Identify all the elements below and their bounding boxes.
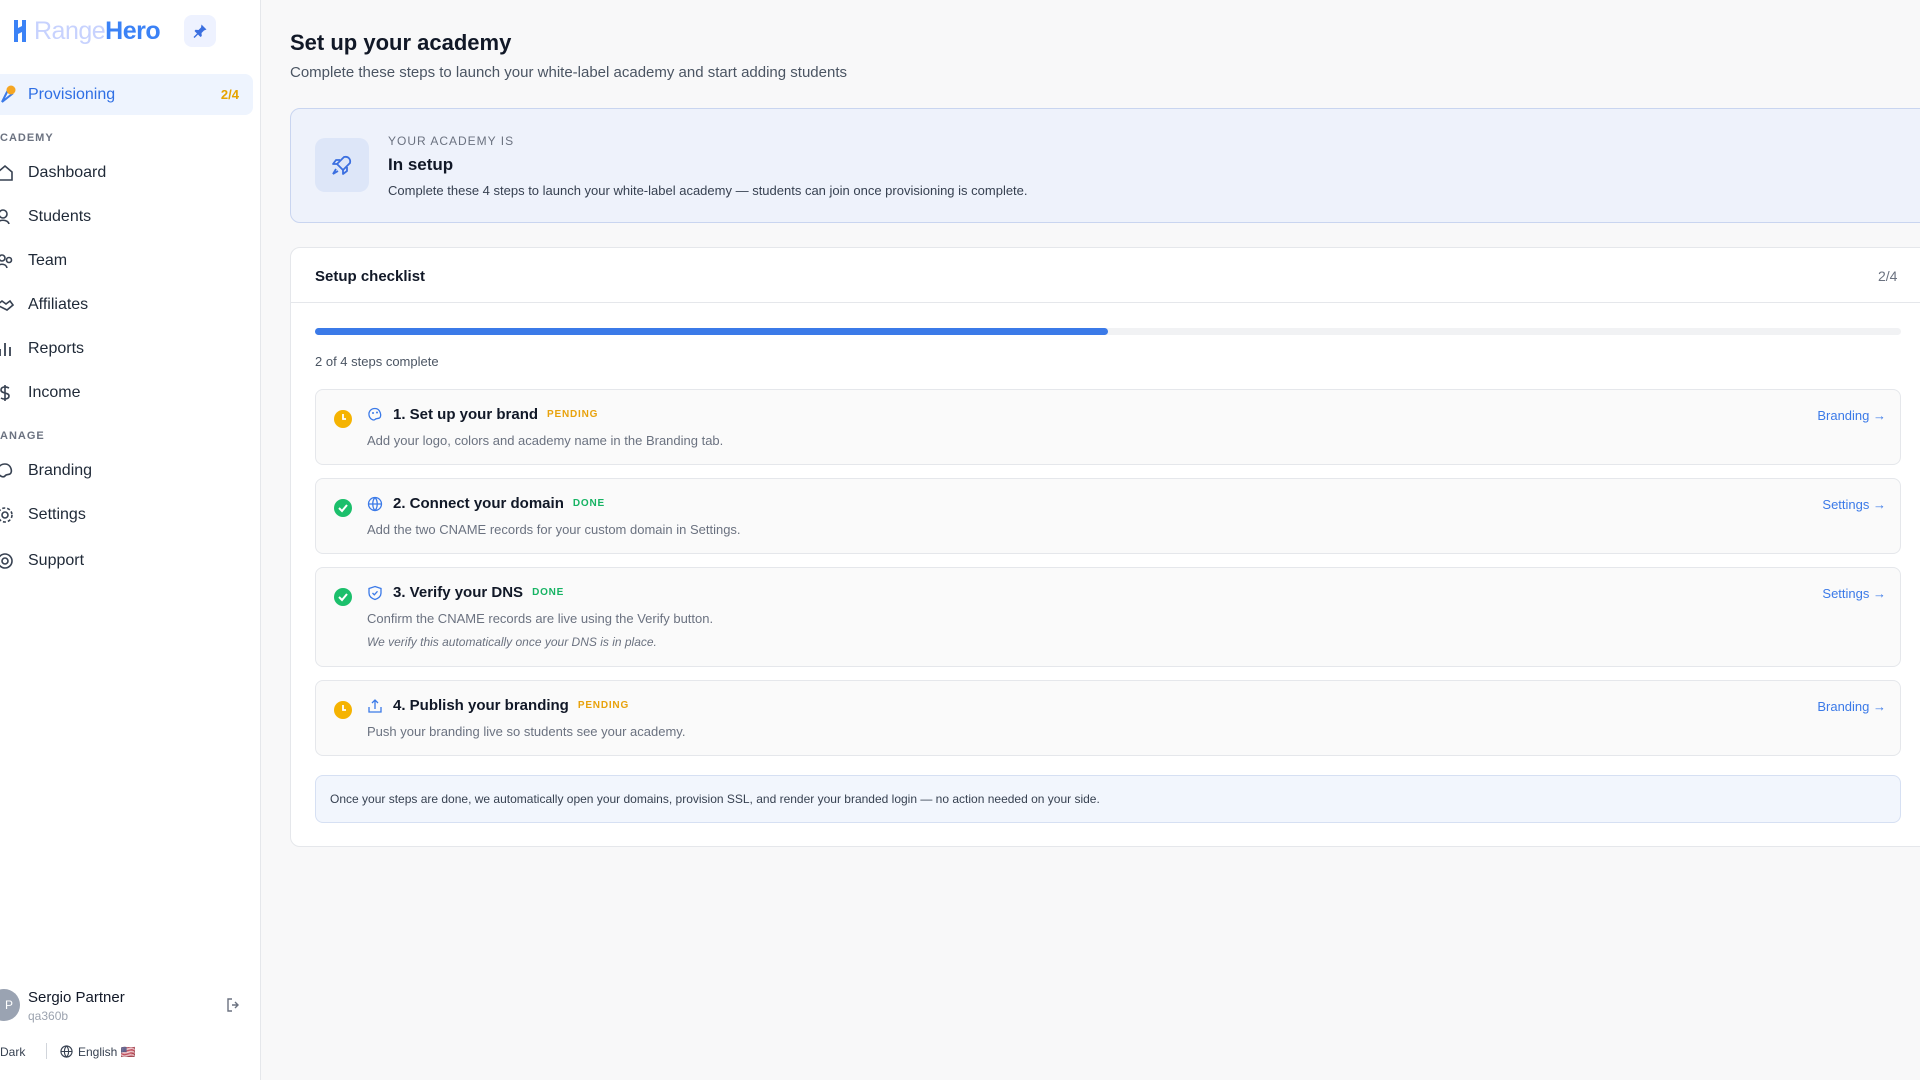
progress-bar [315,328,1901,335]
sidebar-item-support[interactable]: Support [0,543,253,579]
users-icon [0,209,10,225]
team-icon [0,254,13,269]
palette-icon [0,463,13,478]
pending-clock-icon [334,410,352,428]
step-description: Push your branding live so students see … [367,724,686,739]
provisioning-progress-badge: 2/4 [220,87,239,102]
sidebar: RangeHero Provisioning 2/4 CADEMY Dashbo… [0,0,261,1080]
sidebar-item-students[interactable]: Students [0,199,253,235]
status-eyebrow: YOUR ACADEMY IS [388,134,515,148]
status-description: Complete these 4 steps to launch your wh… [388,183,1028,198]
sidebar-item-dashboard[interactable]: Dashboard [0,155,253,191]
sidebar-item-label: Settings [28,506,86,523]
sidebar-item-affiliates[interactable]: Affiliates [0,287,253,323]
step-title: 3. Verify your DNS DONE [393,584,565,601]
dollar-icon [0,385,10,401]
palette-icon [368,407,382,421]
step-title: 2. Connect your domain DONE [393,495,605,512]
checklist-step-domain[interactable]: 2. Connect your domain DONE Add the two C… [315,478,1901,554]
handshake-icon [0,299,14,311]
user-id: qa360b [28,1009,69,1023]
branding-link[interactable]: Branding → [1817,699,1886,714]
user-name: Sergio Partner [28,989,125,1006]
sidebar-item-reports[interactable]: Reports [0,331,253,367]
step-title: 4. Publish your branding PENDING [393,697,630,714]
rocket-icon [1,85,16,103]
sidebar-item-branding[interactable]: Branding [0,453,253,489]
sidebar-item-income[interactable]: Income [0,375,253,411]
sidebar-item-label: Team [28,252,68,269]
sidebar-item-label: Provisioning [28,85,116,103]
avatar: P [0,989,20,1021]
lifebuoy-icon [0,553,13,569]
page-subtitle: Complete these steps to launch your whit… [290,64,847,81]
footer-divider [46,1043,47,1059]
checklist-step-dns[interactable]: 3. Verify your DNS DONE Confirm the CNAME… [315,567,1901,667]
upload-icon [368,699,382,713]
home-icon [0,164,13,181]
done-check-icon [334,588,352,606]
sidebar-item-label: Dashboard [28,164,107,181]
sidebar-item-label: Reports [28,340,85,357]
progress-bar-fill [315,328,1108,335]
status-icon-box [315,138,369,192]
settings-link[interactable]: Settings → [1822,497,1886,512]
gear-icon [0,507,13,523]
status-badge: DONE [572,498,605,509]
sidebar-item-provisioning[interactable]: Provisioning 2/4 [0,74,253,115]
page-title: Set up your academy [290,30,512,55]
status-badge: PENDING [577,700,630,711]
status-badge: PENDING [547,409,599,420]
pin-icon [193,24,207,38]
sidebar-item-label: Support [28,552,85,569]
globe-icon [60,1045,73,1058]
done-check-icon [334,499,352,517]
checklist-step-publish[interactable]: 4. Publish your branding PENDING Push you… [315,680,1901,756]
step-note: We verify this automatically once your D… [367,635,657,649]
setup-checklist: Setup checklist 2/4 2 of 4 steps complet… [290,247,1920,847]
shield-check-icon [368,585,382,601]
step-description: Confirm the CNAME records are live using… [367,611,714,626]
step-title: 1. Set up your brand PENDING [393,406,599,423]
globe-icon [367,496,383,512]
info-note-text: Once your steps are done, we automatical… [330,792,1100,806]
checklist-title: Setup checklist [315,268,426,285]
theme-toggle[interactable]: Dark [0,1045,25,1059]
section-label-manage: ANAGE [0,430,45,442]
checklist-header: Setup checklist 2/4 [291,248,1920,303]
step-description: Add your logo, colors and academy name i… [367,433,724,448]
progress-text: 2 of 4 steps complete [315,354,439,369]
sidebar-item-label: Branding [28,462,93,479]
step-description: Add the two CNAME records for your custo… [367,522,741,537]
bar-chart-icon [0,343,11,356]
rocket-icon [332,155,352,175]
checklist-count: 2/4 [1878,268,1898,284]
pending-clock-icon [334,701,352,719]
logout-icon[interactable] [226,997,242,1013]
language-select[interactable]: English 🇺🇸 [78,1045,136,1059]
logo[interactable]: RangeHero [10,14,161,48]
sidebar-item-team[interactable]: Team [0,243,253,279]
rangehero-logo-icon [14,20,26,42]
checklist-step-brand[interactable]: 1. Set up your brand PENDING Add your log… [315,389,1901,465]
user-profile[interactable]: P Sergio Partner qa360b [0,987,253,1031]
sidebar-item-label: Students [28,208,92,225]
sidebar-item-settings[interactable]: Settings [0,497,253,533]
branding-link[interactable]: Branding → [1817,408,1886,423]
pin-sidebar-button[interactable] [184,15,216,47]
logo-text: RangeHero [34,16,161,45]
section-label-academy: CADEMY [0,132,54,144]
sidebar-item-label: Affiliates [28,296,89,313]
status-badge: DONE [532,587,565,598]
settings-link[interactable]: Settings → [1822,586,1886,601]
sidebar-item-label: Income [28,384,81,401]
academy-status-card: YOUR ACADEMY IS In setup Complete these … [290,108,1920,223]
status-title: In setup [388,155,454,174]
info-note: Once your steps are done, we automatical… [315,775,1901,823]
